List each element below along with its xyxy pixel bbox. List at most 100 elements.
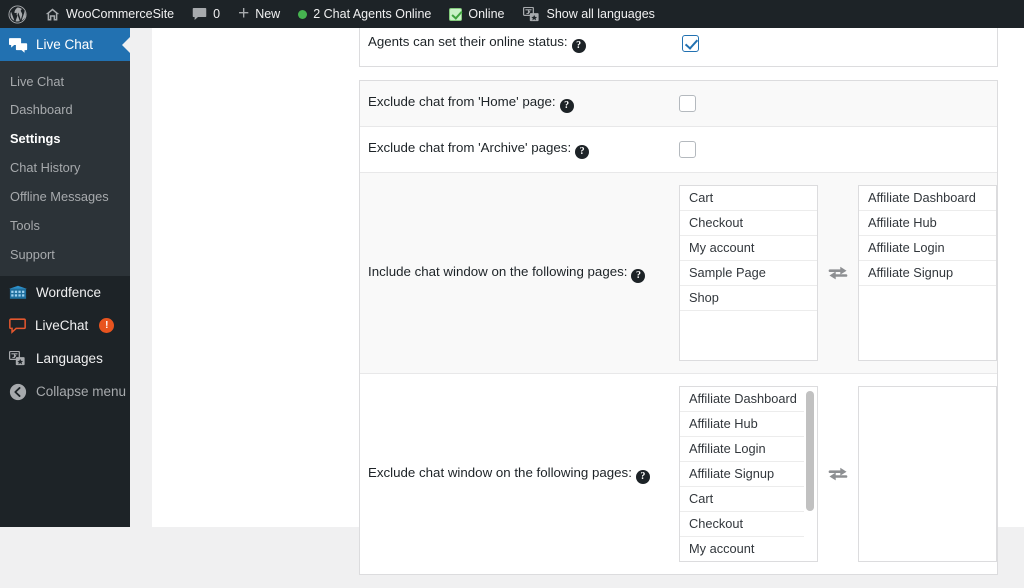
site-name-link[interactable]: WooCommerceSite <box>36 0 183 28</box>
admin-sidebar: Live Chat Live Chat Dashboard Settings C… <box>0 28 130 527</box>
list-item[interactable]: Affiliate Hub <box>680 412 804 437</box>
new-content-label: New <box>255 7 281 21</box>
submenu-item-chat-history[interactable]: Chat History <box>0 154 130 183</box>
list-item[interactable]: My account <box>680 537 804 561</box>
submenu-item-settings[interactable]: Settings <box>0 125 130 154</box>
setting-value-cell: Affiliate Dashboard Affiliate Hub Affiliat… <box>679 374 997 574</box>
new-content-button[interactable]: + New <box>229 0 289 28</box>
admin-bar: WooCommerceSite 0 + New 2 Chat Agents On… <box>0 0 1024 28</box>
include-pages-label: Include chat window on the following pag… <box>368 263 628 279</box>
include-pages-selected-items: Affiliate Dashboard Affiliate Hub Affiliat… <box>859 186 996 286</box>
list-item[interactable]: Affiliate Signup <box>859 261 996 286</box>
submenu-item-live-chat[interactable]: Live Chat <box>0 67 130 96</box>
wordfence-icon <box>9 285 27 300</box>
wp-body: Agents can set their online status:? Exc… <box>130 20 1024 575</box>
setting-label-cell: Exclude chat from 'Home' page:? <box>360 81 679 127</box>
list-item[interactable]: Cart <box>680 487 804 512</box>
exclude-home-checkbox[interactable] <box>679 94 696 112</box>
settings-page-content: Agents can set their online status:? Exc… <box>152 20 1024 575</box>
list-item[interactable]: Cart <box>680 186 817 211</box>
list-item[interactable]: Shop <box>680 286 817 311</box>
exclude-pages-available-items: Affiliate Dashboard Affiliate Hub Affiliat… <box>680 387 817 561</box>
green-checkbox-icon <box>449 7 463 21</box>
livechat-bubble-icon <box>9 318 26 334</box>
help-icon[interactable]: ? <box>571 39 586 53</box>
list-item[interactable]: Affiliate Dashboard <box>859 186 996 211</box>
agents-online-status-checkbox[interactable] <box>682 34 699 52</box>
include-pages-swap-button[interactable] <box>818 265 858 281</box>
show-all-languages-button[interactable]: Show all languages <box>514 0 664 28</box>
setting-value-cell <box>679 127 997 173</box>
include-pages-available-list[interactable]: Cart Checkout My account Sample Page Shop <box>679 185 818 361</box>
site-name-label: WooCommerceSite <box>66 7 175 21</box>
exclude-archive-checkbox[interactable] <box>679 140 696 158</box>
help-icon[interactable]: ? <box>631 268 646 283</box>
list-item[interactable]: Affiliate Hub <box>859 211 996 236</box>
collapse-menu-label: Collapse menu <box>36 384 127 400</box>
include-pages-selected-list[interactable]: Affiliate Dashboard Affiliate Hub Affiliat… <box>858 185 997 361</box>
exclude-pages-selected-list[interactable] <box>858 386 997 562</box>
sidebar-livechat-label: LiveChat <box>35 318 89 334</box>
plus-icon: + <box>238 3 250 24</box>
exclude-pages-available-list[interactable]: Affiliate Dashboard Affiliate Hub Affiliat… <box>679 386 818 562</box>
list-item[interactable]: Affiliate Login <box>859 236 996 261</box>
comments-link[interactable]: 0 <box>183 0 229 28</box>
submenu-item-offline-messages[interactable]: Offline Messages <box>0 183 130 212</box>
swap-arrows-icon <box>827 265 849 281</box>
help-icon[interactable]: ? <box>635 469 650 484</box>
sidebar-languages-label: Languages <box>36 351 103 367</box>
exclude-pages-label: Exclude chat window on the following pag… <box>368 464 632 480</box>
exclude-pages-duallist: Affiliate Dashboard Affiliate Hub Affiliat… <box>679 386 997 562</box>
exclude-home-label: Exclude chat from 'Home' page: <box>368 94 556 109</box>
list-item[interactable]: Checkout <box>680 211 817 236</box>
settings-form: Agents can set their online status:? Exc… <box>359 20 998 588</box>
list-item[interactable]: Affiliate Dashboard <box>680 387 804 412</box>
submenu-item-dashboard[interactable]: Dashboard <box>0 96 130 125</box>
submenu-item-support[interactable]: Support <box>0 240 130 269</box>
sidebar-item-wordfence[interactable]: Wordfence <box>0 276 130 309</box>
include-pages-available-items: Cart Checkout My account Sample Page Shop <box>680 186 817 311</box>
chat-agents-online-status[interactable]: 2 Chat Agents Online <box>289 0 440 28</box>
show-all-languages-label: Show all languages <box>546 7 655 21</box>
list-item[interactable]: Affiliate Signup <box>680 462 804 487</box>
help-icon[interactable]: ? <box>559 99 574 113</box>
setting-label-cell: Exclude chat window on the following pag… <box>360 374 679 574</box>
sidebar-item-live-chat[interactable]: Live Chat <box>0 28 130 61</box>
comments-count: 0 <box>213 7 221 21</box>
comment-bubble-icon <box>192 7 207 21</box>
help-icon[interactable]: ? <box>575 145 590 159</box>
listbox-scrollbar-track[interactable] <box>805 388 816 561</box>
translate-icon <box>522 6 541 22</box>
list-item[interactable]: Sample Page <box>680 261 817 286</box>
online-toggle[interactable]: Online <box>440 0 513 28</box>
exclude-archive-label: Exclude chat from 'Archive' pages: <box>368 140 572 155</box>
livechat-alert-badge: ! <box>99 318 115 334</box>
setting-value-cell <box>679 81 997 127</box>
sidebar-wordfence-label: Wordfence <box>36 285 102 301</box>
setting-row-exclude-home: Exclude chat from 'Home' page:? <box>360 81 997 127</box>
wordpress-logo-icon <box>8 4 27 24</box>
agents-online-status-label: Agents can set their online status: <box>368 34 568 49</box>
submenu-item-tools[interactable]: Tools <box>0 212 130 241</box>
list-item[interactable]: My account <box>680 236 817 261</box>
setting-value-cell: Cart Checkout My account Sample Page Shop <box>679 173 997 374</box>
setting-label-cell: Exclude chat from 'Archive' pages:? <box>360 127 679 173</box>
listbox-scrollbar-thumb[interactable] <box>806 391 814 511</box>
translate-icon <box>9 351 27 366</box>
wordpress-logo-button[interactable] <box>0 0 36 28</box>
list-item[interactable]: Affiliate Login <box>680 437 804 462</box>
swap-arrows-icon <box>827 466 849 482</box>
setting-row-include-pages: Include chat window on the following pag… <box>360 173 997 374</box>
settings-table-exclusions: Exclude chat from 'Home' page:? Exclude … <box>359 80 998 575</box>
collapse-menu-button[interactable]: Collapse menu <box>0 375 130 408</box>
chat-bubbles-icon <box>9 37 28 53</box>
setting-label-cell: Include chat window on the following pag… <box>360 173 679 374</box>
green-status-dot-icon <box>298 9 308 19</box>
home-icon <box>45 7 60 22</box>
sidebar-item-livechat[interactable]: LiveChat ! <box>0 309 130 342</box>
sidebar-item-languages[interactable]: Languages <box>0 342 130 375</box>
online-label: Online <box>468 7 505 21</box>
sidebar-live-chat-label: Live Chat <box>36 37 94 52</box>
exclude-pages-swap-button[interactable] <box>818 466 858 482</box>
list-item[interactable]: Checkout <box>680 512 804 537</box>
